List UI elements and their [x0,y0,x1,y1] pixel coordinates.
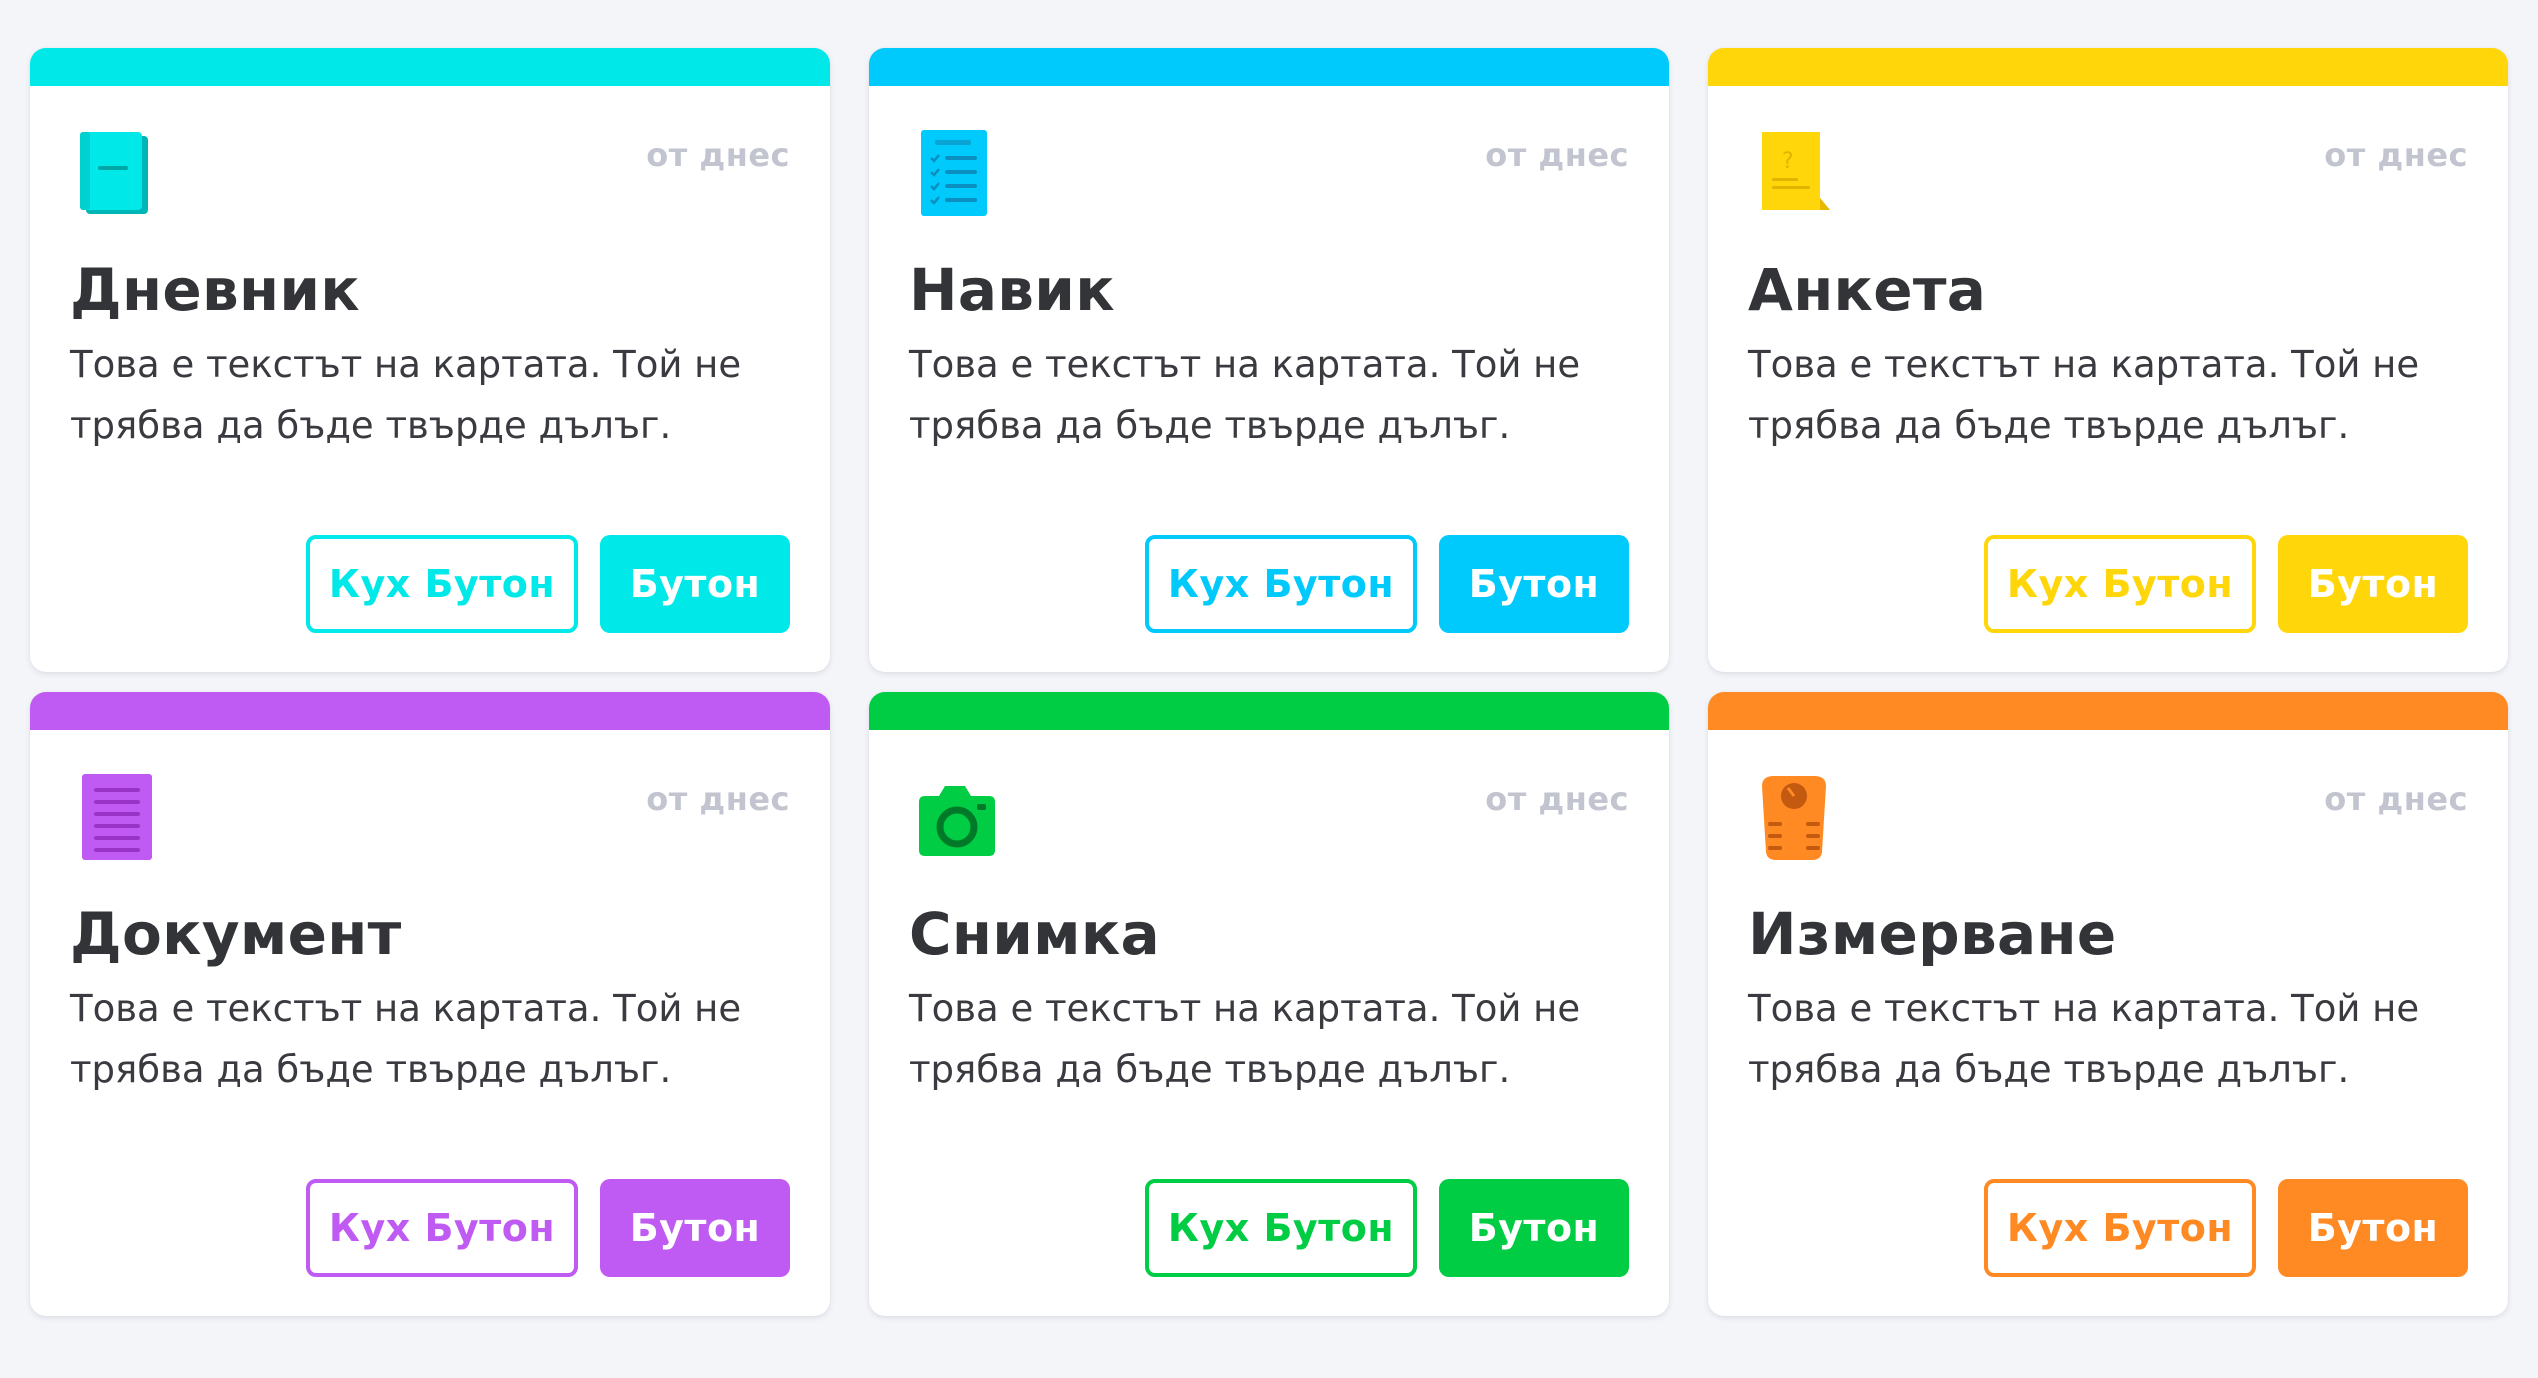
sticky-note-icon: ? [1754,128,1834,218]
diary-icon [76,128,156,218]
secondary-button[interactable]: Кух Бутон [1984,1179,2256,1277]
card-actions: Кух Бутон Бутон [1145,535,1629,633]
secondary-button[interactable]: Кух Бутон [1145,535,1417,633]
camera-icon [915,772,995,862]
card-date: от днес [1485,136,1629,174]
card-color-bar [30,48,830,86]
card-actions: Кух Бутон Бутон [1984,535,2468,633]
primary-button[interactable]: Бутон [600,1179,790,1277]
secondary-button[interactable]: Кух Бутон [1984,535,2256,633]
primary-button[interactable]: Бутон [600,535,790,633]
card-date: от днес [646,780,790,818]
card-color-bar [1708,48,2508,86]
card: от днес Документ Това е текстът на карта… [30,692,830,1316]
card-actions: Кух Бутон Бутон [306,535,790,633]
card: ? от днес Анкета Това е текстът на карта… [1708,48,2508,672]
card-color-bar [30,692,830,730]
card-title: Дневник [70,256,360,324]
card-color-bar [1708,692,2508,730]
primary-button[interactable]: Бутон [2278,535,2468,633]
card-text: Това е текстът на картата. Той не трябва… [1748,343,2420,447]
card-title: Анкета [1748,256,1987,324]
card-text: Това е текстът на картата. Той не трябва… [909,987,1581,1091]
secondary-button[interactable]: Кух Бутон [306,535,578,633]
card-grid: от днес Дневник Това е текстът на картат… [30,48,2508,1316]
card-actions: Кух Бутон Бутон [1145,1179,1629,1277]
card-text: Това е текстът на картата. Той не трябва… [70,343,742,447]
card-title: Документ [70,900,402,968]
secondary-button[interactable]: Кух Бутон [306,1179,578,1277]
primary-button[interactable]: Бутон [1439,535,1629,633]
card-date: от днес [646,136,790,174]
card: от днес Измерване Това е текстът на карт… [1708,692,2508,1316]
card-date: от днес [2324,780,2468,818]
card-title: Навик [909,256,1115,324]
card-color-bar [869,48,1669,86]
card-text: Това е текстът на картата. Той не трябва… [70,987,742,1091]
card-actions: Кух Бутон Бутон [1984,1179,2468,1277]
secondary-button[interactable]: Кух Бутон [1145,1179,1417,1277]
checklist-icon [915,128,995,218]
card: от днес Навик Това е текстът на картата.… [869,48,1669,672]
card-text: Това е текстът на картата. Той не трябва… [909,343,1581,447]
primary-button[interactable]: Бутон [1439,1179,1629,1277]
card-color-bar [869,692,1669,730]
card: от днес Дневник Това е текстът на картат… [30,48,830,672]
primary-button[interactable]: Бутон [2278,1179,2468,1277]
scale-icon [1754,772,1834,862]
card-text: Това е текстът на картата. Той не трябва… [1748,987,2420,1091]
card-title: Измерване [1748,900,2117,968]
document-icon [76,772,156,862]
svg-text:?: ? [1782,149,1794,174]
card-date: от днес [1485,780,1629,818]
card-actions: Кух Бутон Бутон [306,1179,790,1277]
card-date: от днес [2324,136,2468,174]
card: от днес Снимка Това е текстът на картата… [869,692,1669,1316]
card-title: Снимка [909,900,1160,968]
